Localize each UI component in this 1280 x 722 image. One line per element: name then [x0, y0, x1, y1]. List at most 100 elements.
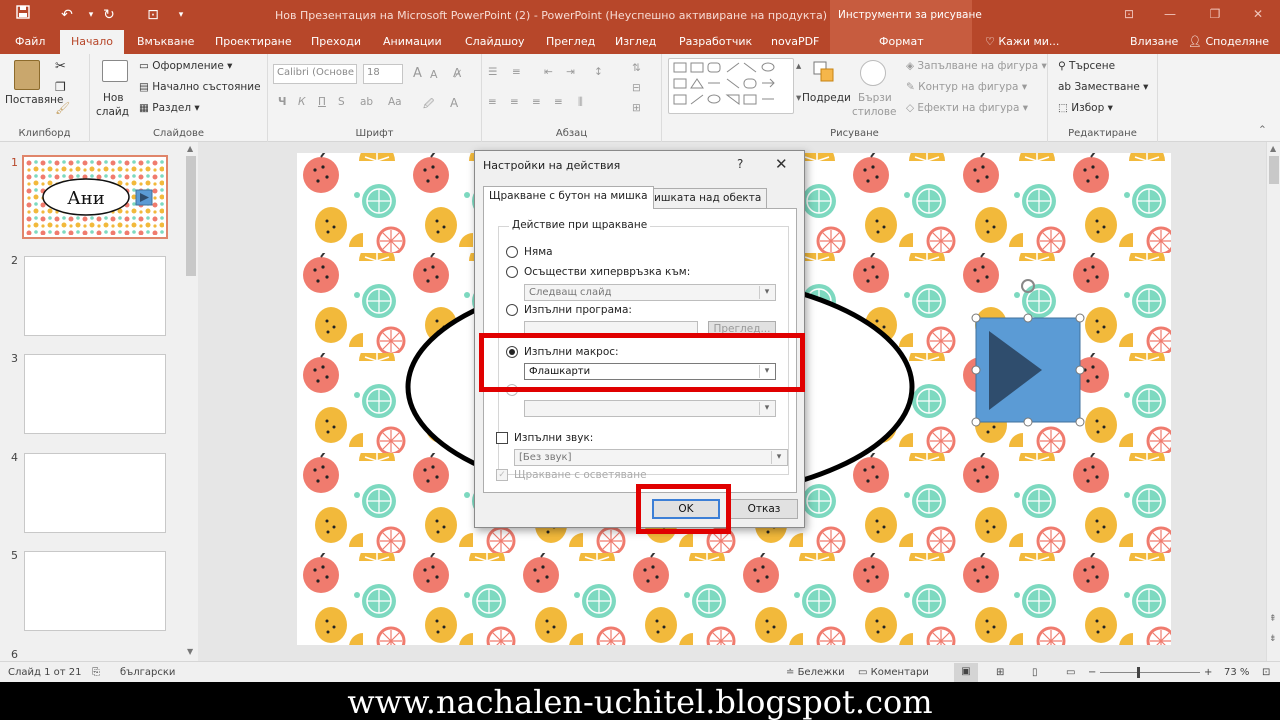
tab-slideshow[interactable]: Слайдшоу: [465, 35, 525, 48]
start-slideshow-icon[interactable]: ⊡: [142, 5, 164, 25]
object-action-select[interactable]: ▾: [524, 400, 776, 417]
font-size-input[interactable]: 18: [363, 64, 403, 84]
radio-hyperlink[interactable]: [506, 266, 518, 278]
shrink-font-icon[interactable]: A: [430, 68, 438, 81]
slide-thumbnail-4[interactable]: [24, 453, 166, 533]
shape-fill-button[interactable]: ◈ Запълване на фигура ▾: [906, 60, 1047, 72]
tab-home[interactable]: Начало: [60, 30, 125, 54]
center-icon[interactable]: ≡: [510, 96, 519, 108]
collapse-ribbon-icon[interactable]: ⌃: [1258, 124, 1267, 136]
scroll-down-icon[interactable]: ▼: [187, 647, 193, 656]
slide-sorter-icon[interactable]: ⊞: [996, 667, 1004, 678]
help-button[interactable]: ?: [737, 157, 743, 171]
bullets-icon[interactable]: ☰: [488, 66, 497, 78]
cancel-button[interactable]: Отказ: [730, 499, 798, 519]
tab-design[interactable]: Проектиране: [215, 35, 292, 48]
text-direction-icon[interactable]: ⇅: [632, 62, 641, 74]
zoom-slider-thumb[interactable]: [1137, 667, 1140, 678]
tab-format[interactable]: Формат: [879, 35, 924, 48]
tab-view[interactable]: Изглед: [615, 35, 656, 48]
new-slide-label-2[interactable]: слайд: [96, 106, 129, 118]
dialog-close-button[interactable]: ✕: [775, 155, 788, 173]
quick-styles-label-1[interactable]: Бързи: [858, 92, 892, 104]
replace-button[interactable]: ab Заместване ▾: [1058, 81, 1148, 93]
highlight-click-checkbox[interactable]: ✓: [496, 469, 508, 481]
reset-button[interactable]: ▤ Начално състояние: [139, 81, 261, 93]
notes-button[interactable]: ≐ Бележки: [786, 667, 845, 678]
spellcheck-icon[interactable]: ⎘: [92, 667, 100, 678]
fit-slide-icon[interactable]: ⊡: [1262, 667, 1270, 678]
signin-link[interactable]: Влизане: [1130, 35, 1178, 48]
align-text-icon[interactable]: ⊟: [632, 82, 641, 94]
tab-developer[interactable]: Разработчик: [679, 35, 752, 48]
save-icon[interactable]: [12, 5, 34, 25]
font-color-icon[interactable]: A: [450, 96, 458, 110]
sound-select[interactable]: [Без звук] ▾: [514, 449, 788, 466]
font-name-input[interactable]: Calibri (Основе: [273, 64, 357, 84]
slide-scrollbar[interactable]: ▲ ⇞ ⇟: [1266, 142, 1280, 661]
zoom-out-icon[interactable]: −: [1088, 667, 1096, 678]
clear-format-icon[interactable]: A̷: [453, 66, 461, 80]
reading-view-icon[interactable]: ▯: [1032, 667, 1038, 678]
new-slide-label-1[interactable]: Нов: [103, 92, 124, 104]
share-button[interactable]: 👤︎ Споделяне: [1188, 35, 1269, 48]
find-button[interactable]: ⚲ Търсене: [1058, 60, 1115, 72]
select-button[interactable]: ⬚ Избор ▾: [1058, 102, 1113, 114]
play-sound-checkbox[interactable]: [496, 432, 508, 444]
highlight-icon[interactable]: 🖉︎: [423, 96, 434, 114]
paste-icon[interactable]: [14, 60, 40, 90]
scroll-up-icon[interactable]: ▲: [187, 144, 193, 153]
justify-icon[interactable]: ≡: [554, 96, 563, 108]
change-case-icon[interactable]: Aa: [388, 96, 402, 108]
slide-scroll-up-icon[interactable]: ▲: [1270, 144, 1276, 153]
tab-mouse-click[interactable]: Щракване с бутон на мишка: [483, 186, 654, 209]
comments-button[interactable]: ▭ Коментари: [858, 667, 929, 678]
tab-insert[interactable]: Вмъкване: [137, 35, 194, 48]
slideshow-view-icon[interactable]: ▭: [1066, 667, 1075, 678]
zoom-level[interactable]: 73 %: [1224, 667, 1249, 678]
copy-icon[interactable]: ❐: [55, 80, 66, 94]
hyperlink-select[interactable]: Следващ слайд ▾: [524, 284, 776, 301]
zoom-slider[interactable]: [1100, 672, 1200, 673]
slide-thumbnail-2[interactable]: [24, 256, 166, 336]
close-window-icon[interactable]: ✕: [1246, 4, 1270, 24]
tab-transitions[interactable]: Преходи: [311, 35, 361, 48]
redo-icon[interactable]: ↻: [98, 5, 120, 25]
tab-animations[interactable]: Анимации: [383, 35, 442, 48]
strikethrough-button[interactable]: S: [338, 96, 345, 108]
tab-novapdf[interactable]: novaPDF: [771, 35, 819, 48]
slide-thumbnail-1[interactable]: Ани: [22, 155, 168, 239]
arrange-icon[interactable]: [812, 60, 836, 84]
customize-toolbar-icon[interactable]: ▾: [170, 5, 192, 25]
tab-mouse-over[interactable]: Мишката над обекта: [639, 188, 768, 208]
tab-file[interactable]: Файл: [15, 35, 45, 48]
quick-styles-icon[interactable]: [860, 60, 886, 86]
quick-styles-label-2[interactable]: стилове: [852, 106, 897, 118]
shapes-gallery[interactable]: [668, 58, 794, 114]
restore-icon[interactable]: ❐: [1203, 4, 1227, 24]
zoom-in-icon[interactable]: +: [1204, 667, 1212, 678]
section-button[interactable]: ▦ Раздел ▾: [139, 102, 200, 114]
language-indicator[interactable]: български: [120, 667, 175, 678]
ribbon-display-icon[interactable]: ⊡: [1117, 4, 1141, 24]
minimize-icon[interactable]: —: [1158, 4, 1182, 24]
scroll-thumb[interactable]: [186, 156, 196, 276]
increase-indent-icon[interactable]: ⇥: [566, 66, 575, 78]
align-left-icon[interactable]: ≡: [488, 96, 497, 108]
numbering-icon[interactable]: ≡: [512, 66, 521, 78]
shapes-scroll-icon[interactable]: ▴: [796, 60, 801, 72]
align-right-icon[interactable]: ≡: [532, 96, 541, 108]
bold-button[interactable]: Ч: [278, 96, 287, 108]
underline-button[interactable]: П: [318, 96, 326, 108]
smartart-icon[interactable]: ⊞: [632, 102, 641, 114]
char-spacing-icon[interactable]: ab: [360, 96, 373, 108]
slide-scroll-thumb[interactable]: [1269, 156, 1279, 184]
tell-me-search[interactable]: ♡ Кажи ми...: [985, 35, 1059, 48]
shape-outline-button[interactable]: ✎ Контур на фигура ▾: [906, 81, 1027, 93]
next-slide-icon[interactable]: ⇟: [1269, 634, 1277, 644]
grow-font-icon[interactable]: A: [413, 66, 422, 81]
shape-effects-button[interactable]: ◇ Ефекти на фигура ▾: [906, 102, 1028, 114]
new-slide-icon[interactable]: [102, 60, 128, 82]
layout-button[interactable]: ▭ Оформление ▾: [139, 60, 232, 72]
cut-icon[interactable]: ✂: [55, 59, 66, 74]
